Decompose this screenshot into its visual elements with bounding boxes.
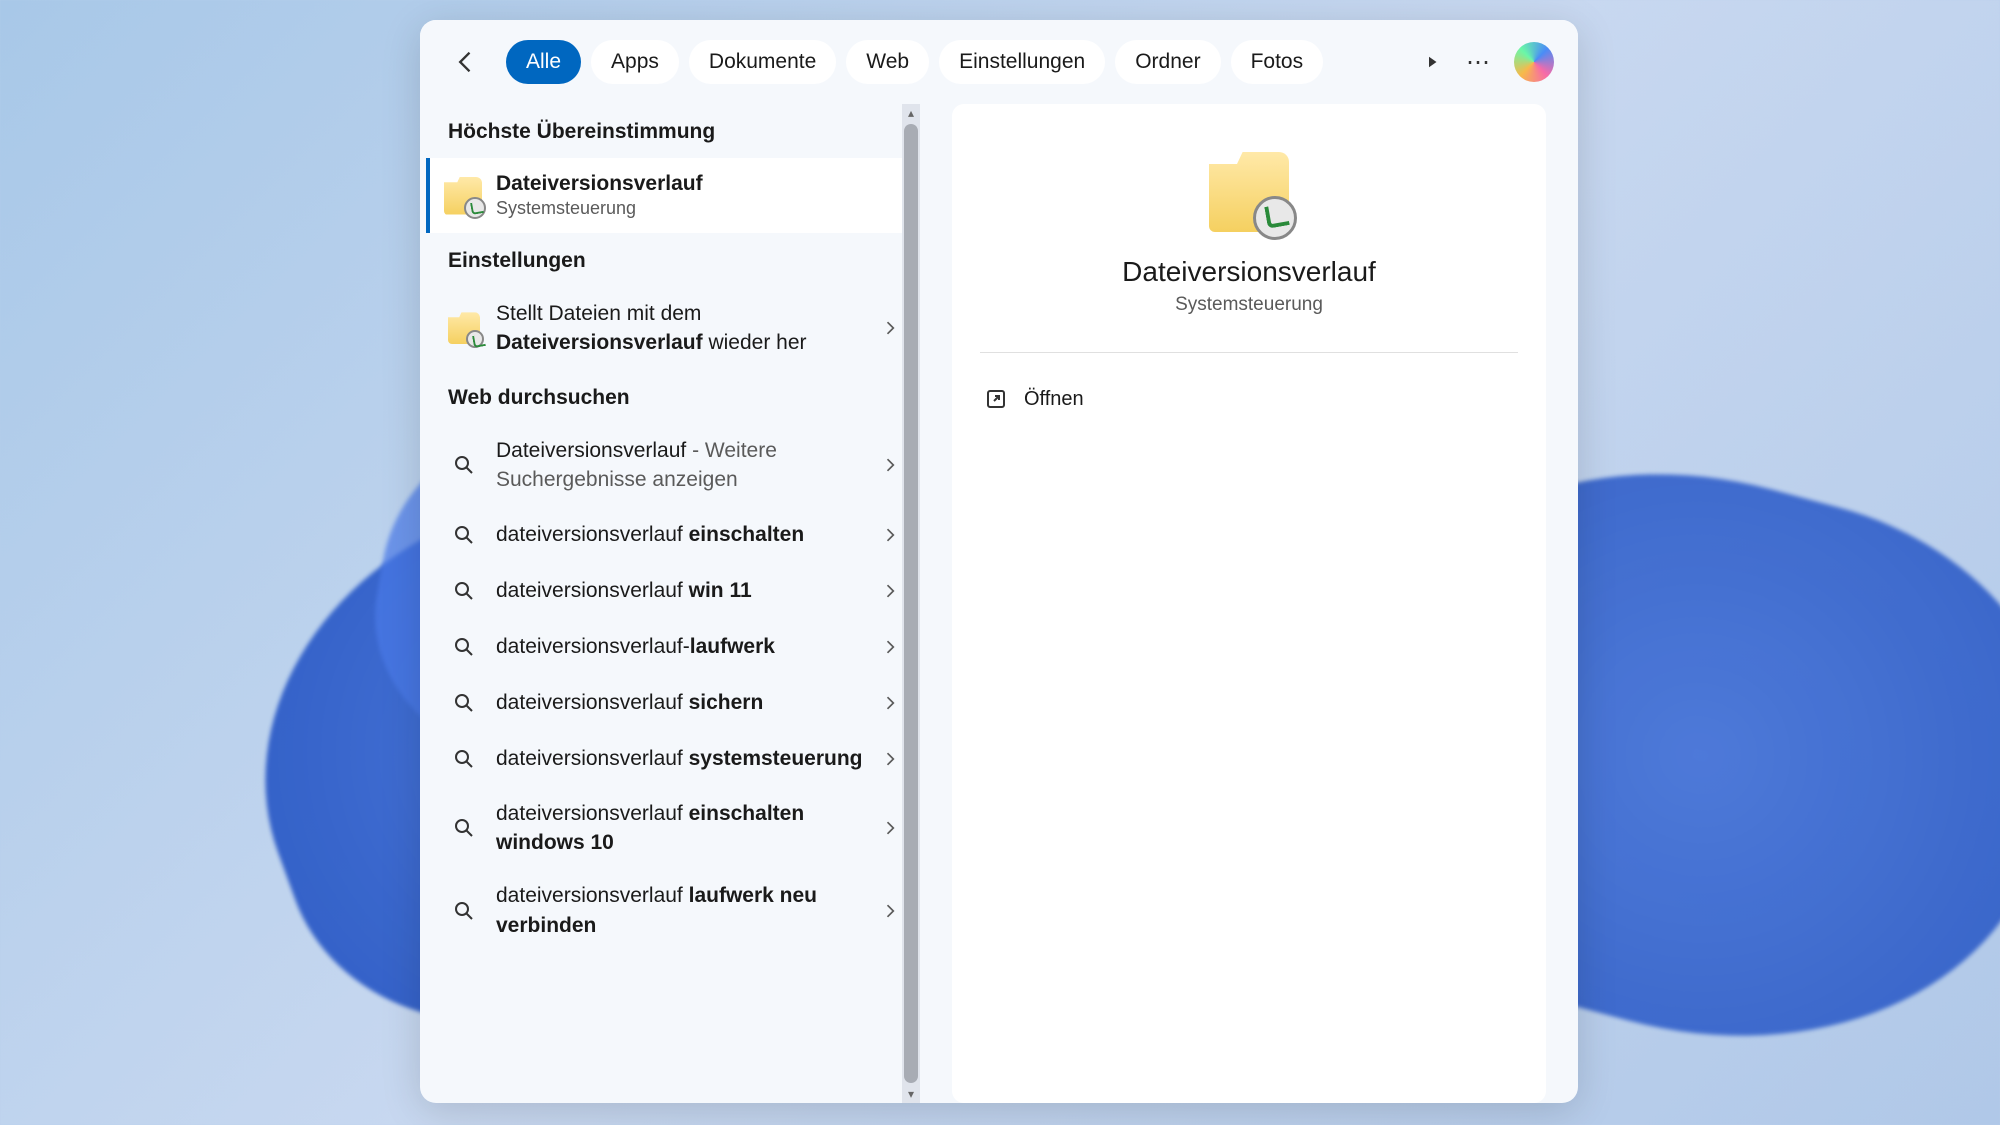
scroll-up-arrow[interactable]: ▴: [902, 104, 920, 122]
search-icon: [452, 635, 476, 659]
result-text: dateiversionsverlauf systemsteuerung: [496, 744, 864, 773]
back-button[interactable]: [444, 40, 488, 84]
scrollbar[interactable]: ▴ ▾: [902, 104, 920, 1103]
triangle-right-icon: [1423, 53, 1441, 71]
search-icon: [452, 816, 476, 840]
result-text: dateiversionsverlauf-laufwerk: [496, 632, 864, 661]
open-action[interactable]: Öffnen: [980, 377, 1518, 421]
result-text: dateiversionsverlauf einschalten: [496, 520, 864, 549]
result-text: Dateiversionsverlauf - Weitere Suchergeb…: [496, 436, 864, 495]
search-icon: [452, 899, 476, 923]
best-match-subtitle: Systemsteuerung: [496, 198, 703, 219]
web-result[interactable]: dateiversionsverlauf laufwerk neu verbin…: [420, 869, 920, 952]
result-text: Stellt Dateien mit dem Dateiversionsverl…: [496, 299, 864, 358]
open-external-icon: [984, 387, 1008, 411]
section-settings-header: Einstellungen: [420, 233, 920, 287]
web-result[interactable]: dateiversionsverlauf systemsteuerung: [420, 731, 920, 787]
result-text: dateiversionsverlauf sichern: [496, 688, 864, 717]
chevron-right-icon: [880, 318, 900, 338]
chevron-right-icon: [880, 525, 900, 545]
filter-folders[interactable]: Ordner: [1115, 40, 1220, 84]
chevron-right-icon: [880, 693, 900, 713]
chevron-right-icon: [880, 637, 900, 657]
arrow-left-icon: [452, 48, 480, 76]
chevron-right-icon: [880, 818, 900, 838]
result-text: dateiversionsverlauf laufwerk neu verbin…: [496, 881, 864, 940]
filter-web[interactable]: Web: [846, 40, 929, 84]
top-bar: Alle Apps Dokumente Web Einstellungen Or…: [420, 20, 1578, 104]
preview-title: Dateiversionsverlauf: [1122, 256, 1376, 288]
ellipsis-icon: ⋯: [1466, 48, 1490, 77]
filter-all[interactable]: Alle: [506, 40, 581, 84]
search-icon: [452, 579, 476, 603]
preview-subtitle: Systemsteuerung: [1175, 294, 1323, 316]
web-result[interactable]: dateiversionsverlauf sichern: [420, 675, 920, 731]
search-icon: [452, 691, 476, 715]
result-text: dateiversionsverlauf win 11: [496, 576, 864, 605]
copilot-button[interactable]: [1514, 42, 1554, 82]
preview-column: Dateiversionsverlauf Systemsteuerung Öff…: [920, 104, 1578, 1103]
chevron-right-icon: [880, 455, 900, 475]
settings-result[interactable]: Stellt Dateien mit dem Dateiversionsverl…: [420, 287, 920, 370]
preview-card: Dateiversionsverlauf Systemsteuerung Öff…: [952, 104, 1546, 1103]
filter-apps[interactable]: Apps: [591, 40, 679, 84]
web-result[interactable]: dateiversionsverlauf win 11: [420, 563, 920, 619]
file-history-icon: [1209, 152, 1289, 232]
filter-pills: Alle Apps Dokumente Web Einstellungen Or…: [506, 40, 1398, 84]
search-icon: [452, 453, 476, 477]
filter-photos[interactable]: Fotos: [1231, 40, 1324, 84]
scroll-thumb[interactable]: [904, 124, 918, 1083]
file-history-icon: [448, 312, 480, 344]
result-text: dateiversionsverlauf einschalten windows…: [496, 799, 864, 858]
best-match-title: Dateiversionsverlauf: [496, 172, 703, 196]
chevron-right-icon: [880, 749, 900, 769]
section-web-header: Web durchsuchen: [420, 370, 920, 424]
more-filters-button[interactable]: [1414, 44, 1450, 80]
web-result[interactable]: dateiversionsverlauf einschalten: [420, 507, 920, 563]
file-history-icon: [444, 177, 482, 215]
results-column: Höchste Übereinstimmung Dateiversionsver…: [420, 104, 920, 1103]
section-best-match-header: Höchste Übereinstimmung: [420, 104, 920, 158]
scroll-down-arrow[interactable]: ▾: [902, 1085, 920, 1103]
search-window: Alle Apps Dokumente Web Einstellungen Or…: [420, 20, 1578, 1103]
filter-documents[interactable]: Dokumente: [689, 40, 836, 84]
search-icon: [452, 747, 476, 771]
chevron-right-icon: [880, 581, 900, 601]
more-options-button[interactable]: ⋯: [1460, 44, 1496, 80]
chevron-right-icon: [880, 901, 900, 921]
search-icon: [452, 523, 476, 547]
filter-settings[interactable]: Einstellungen: [939, 40, 1105, 84]
divider: [980, 352, 1518, 353]
open-label: Öffnen: [1024, 388, 1084, 411]
web-result[interactable]: dateiversionsverlauf einschalten windows…: [420, 787, 920, 870]
web-result[interactable]: dateiversionsverlauf-laufwerk: [420, 619, 920, 675]
web-result[interactable]: Dateiversionsverlauf - Weitere Suchergeb…: [420, 424, 920, 507]
best-match-result[interactable]: Dateiversionsverlauf Systemsteuerung: [426, 158, 920, 233]
